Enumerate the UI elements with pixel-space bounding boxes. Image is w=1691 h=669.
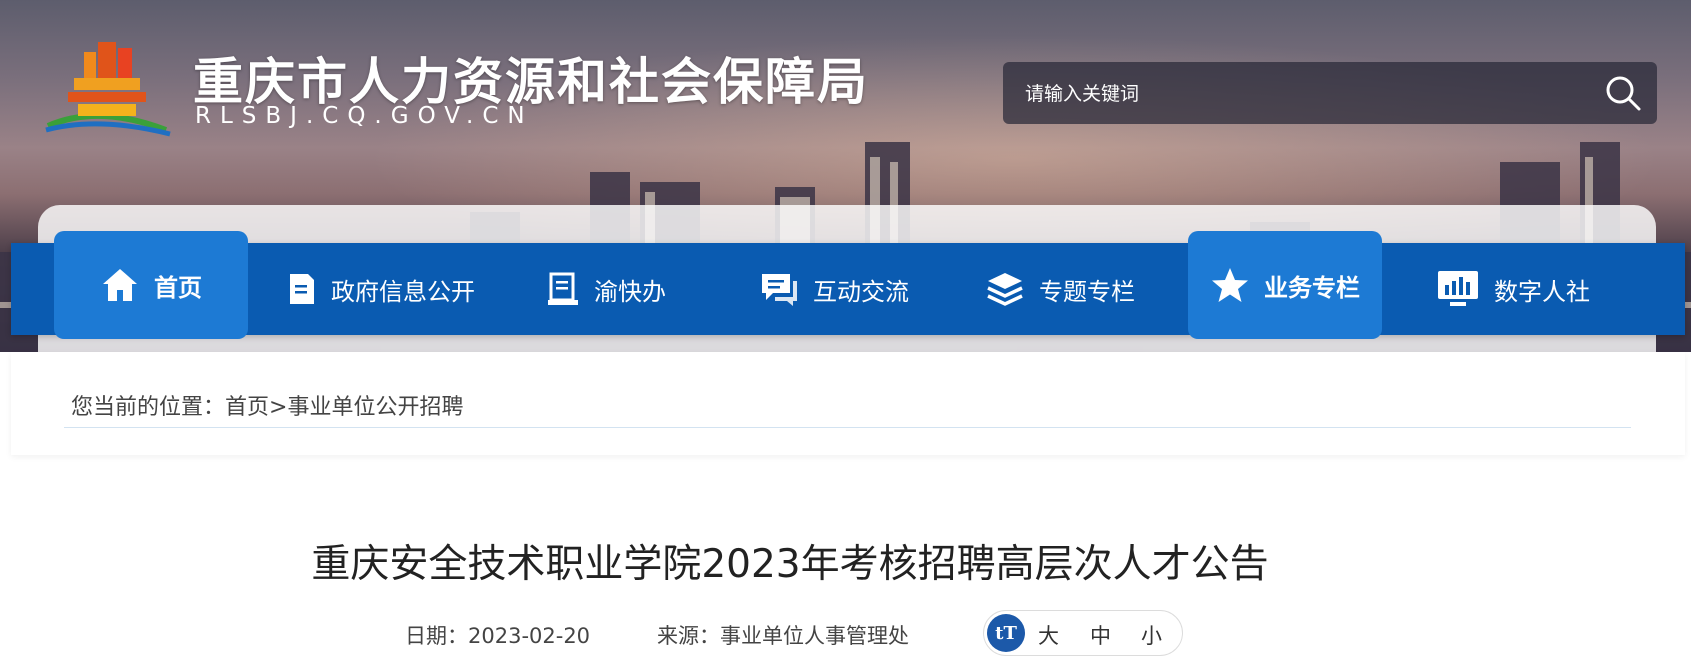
article-source: 来源：事业单位人事管理处	[657, 624, 909, 648]
font-size-switcher: tT 大 中 小	[983, 610, 1183, 656]
monitor-chart-icon	[1438, 271, 1478, 306]
font-size-large-button[interactable]: 大	[1038, 620, 1059, 650]
clipboard-icon	[548, 272, 578, 305]
site-domain: RLSBJ.CQ.GOV.CN	[195, 103, 534, 129]
nav-item-special-topics[interactable]: 专题专栏	[985, 243, 1135, 335]
nav-item-business[interactable]: 业务专栏	[1188, 231, 1382, 339]
nav-item-home[interactable]: 首页	[54, 231, 248, 339]
main-nav: 首页 政府信息公开 渝快办 互动交流 专题专栏 业务专栏 数字人社	[11, 231, 1685, 339]
breadcrumb-divider	[64, 427, 1631, 428]
breadcrumb-separator: >	[269, 395, 288, 420]
nav-label-digital: 数字人社	[1494, 277, 1590, 306]
article-date: 日期：2023-02-20	[405, 624, 591, 648]
layers-icon	[987, 273, 1023, 306]
breadcrumb: 您当前的位置：首页>事业单位公开招聘	[71, 389, 463, 421]
nav-item-gov-info[interactable]: 政府信息公开	[287, 243, 475, 335]
chat-icon	[762, 274, 797, 306]
breadcrumb-prefix: 您当前的位置：	[71, 395, 226, 420]
star-icon	[1212, 268, 1248, 302]
font-size-icon: tT	[987, 614, 1025, 652]
nav-label-special-topics: 专题专栏	[1039, 277, 1135, 306]
document-icon	[290, 274, 314, 304]
nav-item-yukuaiban[interactable]: 渝快办	[546, 243, 666, 335]
font-size-medium-button[interactable]: 中	[1090, 620, 1111, 650]
search-icon[interactable]	[1603, 73, 1643, 113]
search-input[interactable]	[1023, 62, 1587, 126]
breadcrumb-current-link[interactable]: 事业单位公开招聘	[287, 395, 463, 420]
logo-icon	[45, 42, 171, 137]
search-box	[1003, 62, 1657, 126]
nav-label-gov-info: 政府信息公开	[331, 277, 475, 306]
nav-label-business: 业务专栏	[1264, 273, 1360, 302]
home-icon	[103, 269, 137, 301]
nav-label-interaction: 互动交流	[813, 277, 909, 306]
nav-item-digital[interactable]: 数字人社	[1436, 243, 1590, 335]
breadcrumb-home-link[interactable]: 首页	[225, 395, 269, 420]
nav-item-interaction[interactable]: 互动交流	[759, 243, 909, 335]
nav-label-yukuaiban: 渝快办	[594, 277, 666, 306]
nav-label-home: 首页	[154, 273, 202, 302]
font-size-small-button[interactable]: 小	[1141, 620, 1162, 650]
article-title: 重庆安全技术职业学院2023年考核招聘高层次人才公告	[311, 542, 1269, 587]
